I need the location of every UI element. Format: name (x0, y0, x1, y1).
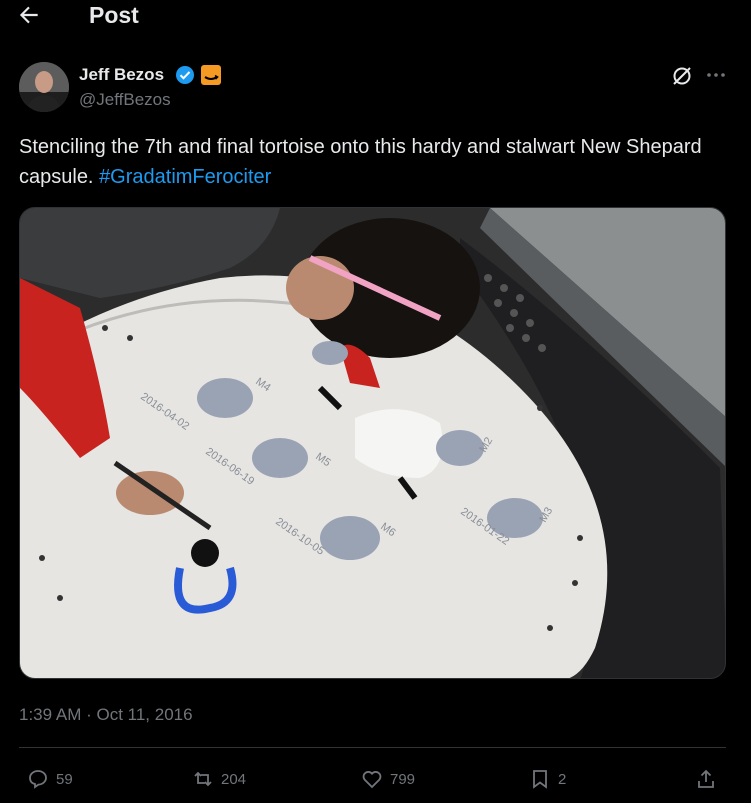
like-button[interactable]: 799 (360, 764, 415, 794)
post-image[interactable]: 2016-04-02 M4 2016-06-19 M5 2016-10-05 M… (19, 207, 726, 679)
repost-icon (194, 771, 212, 787)
reply-button[interactable]: 59 (26, 764, 73, 794)
avatar[interactable] (19, 62, 69, 112)
like-icon (362, 771, 382, 789)
hashtag-link[interactable]: #GradatimFerociter (99, 166, 271, 188)
amazon-affiliate-icon[interactable] (201, 65, 221, 85)
divider (19, 747, 726, 748)
bookmark-count: 2 (558, 770, 567, 788)
author-handle[interactable]: @JeffBezos (79, 89, 171, 111)
share-icon (698, 769, 714, 788)
share-button[interactable] (694, 764, 724, 794)
reply-icon (29, 770, 47, 789)
page-title: Post (89, 2, 139, 28)
bookmark-button[interactable]: 2 (528, 764, 566, 794)
verified-badge-icon (175, 65, 195, 85)
post-timestamp[interactable]: 1:39 AM · Oct 11, 2016 (19, 704, 193, 726)
more-options-icon[interactable] (704, 63, 728, 89)
bookmark-icon (533, 770, 547, 789)
like-count: 799 (390, 770, 416, 788)
author-name[interactable]: Jeff Bezos (79, 64, 164, 86)
post-text: Stenciling the 7th and final tortoise on… (19, 132, 719, 192)
reply-count: 59 (56, 770, 73, 788)
back-arrow-icon[interactable] (16, 2, 44, 28)
grok-icon[interactable] (669, 63, 695, 89)
repost-count: 204 (221, 770, 247, 788)
repost-button[interactable]: 204 (191, 764, 246, 794)
top-bar: Post (0, 0, 751, 30)
